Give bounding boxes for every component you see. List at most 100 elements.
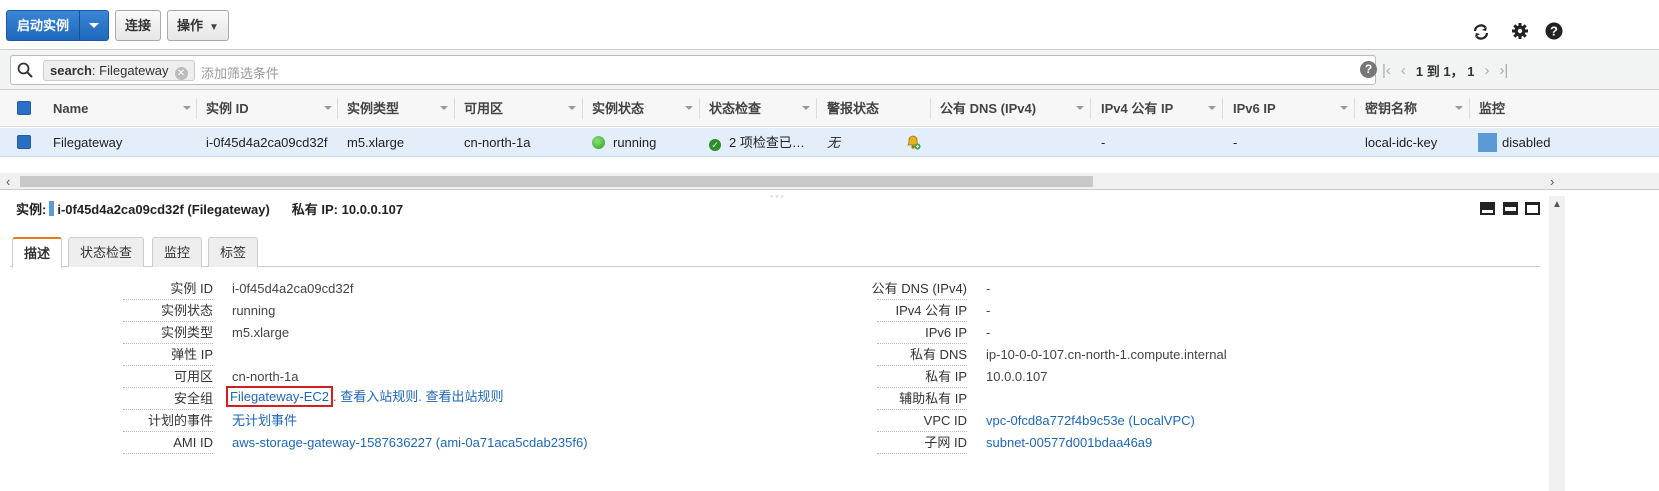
- pagination-text: 1 到 1， 1: [1415, 63, 1475, 79]
- col-instance-type[interactable]: 实例类型: [347, 90, 399, 127]
- row-checkbox[interactable]: [17, 135, 31, 149]
- launch-dropdown-chevron-icon[interactable]: [80, 11, 108, 40]
- private-ip-label: 私有 IP: 10.0.0.107: [291, 202, 404, 217]
- field-value-private-ip: 10.0.0.107: [986, 369, 1048, 384]
- cell-ipv6: -: [1233, 135, 1238, 150]
- chevron-down-icon: ▼: [209, 22, 219, 33]
- layout-maximize-icon[interactable]: [1480, 202, 1495, 215]
- scroll-up-icon[interactable]: ▲: [1552, 199, 1562, 210]
- help-icon[interactable]: ?: [1544, 22, 1564, 42]
- sort-icon[interactable]: [1455, 106, 1463, 110]
- first-page-icon[interactable]: |‹: [1382, 62, 1391, 79]
- col-instance-state[interactable]: 实例状态: [592, 90, 644, 127]
- vertical-scrollbar[interactable]: ▲: [1549, 196, 1565, 491]
- actions-button[interactable]: 操作 ▼: [167, 10, 229, 41]
- field-label: 子网 ID: [857, 434, 967, 454]
- filter-token[interactable]: search: Filegateway ✕: [43, 60, 195, 81]
- horizontal-scrollbar[interactable]: ‹ ›: [0, 173, 1659, 190]
- scheduled-events-link[interactable]: 无计划事件: [232, 412, 297, 430]
- resize-handle[interactable]: ◦◦◦: [770, 191, 786, 201]
- view-outbound-rules-link[interactable]: 查看出站规则: [425, 389, 503, 404]
- instance-title: i-0f45d4a2ca09cd32f (Filegateway): [57, 202, 270, 217]
- field-label: 公有 DNS (IPv4): [857, 280, 967, 300]
- field-label: 计划的事件: [103, 412, 213, 432]
- field-label: IPv6 IP: [857, 324, 967, 344]
- subnet-id-link[interactable]: subnet-00577d001bdaa46a9: [986, 434, 1152, 452]
- col-monitoring[interactable]: 监控: [1479, 90, 1505, 127]
- search-icon: [17, 62, 33, 78]
- filter-token-key: search: [50, 63, 92, 78]
- col-ipv4-public[interactable]: IPv4 公有 IP: [1101, 90, 1173, 127]
- gear-icon[interactable]: [1510, 22, 1530, 42]
- check-icon: ✓: [709, 139, 721, 151]
- field-label: 私有 DNS: [857, 346, 967, 366]
- tab-description[interactable]: 描述: [12, 237, 63, 268]
- table-header: Name 实例 ID 实例类型 可用区 实例状态 状态检查 警报状态 公有 DN…: [0, 90, 1659, 127]
- col-name[interactable]: Name: [53, 90, 88, 127]
- launch-instance-label[interactable]: 启动实例: [7, 11, 81, 40]
- remove-filter-icon[interactable]: ✕: [174, 67, 188, 80]
- cell-instance-state: running: [592, 128, 656, 157]
- field-value-security-group: Filegateway-EC2. 查看入站规则. 查看出站规则: [226, 386, 504, 407]
- monitoring-icon: [1478, 133, 1497, 152]
- sort-icon[interactable]: [685, 106, 693, 110]
- sort-icon[interactable]: [1076, 106, 1084, 110]
- layout-split-icon[interactable]: [1503, 202, 1518, 215]
- sort-icon[interactable]: [802, 106, 810, 110]
- toolbar: 启动实例 连接 操作 ▼ ?: [0, 0, 1659, 50]
- field-label: 安全组: [103, 390, 213, 410]
- cell-status-check[interactable]: ✓ 2 项检查已…: [709, 128, 805, 157]
- field-label: 可用区: [103, 368, 213, 388]
- sort-icon[interactable]: [440, 106, 448, 110]
- launch-instance-button[interactable]: 启动实例: [6, 10, 110, 41]
- field-label: AMI ID: [103, 434, 213, 454]
- scroll-right-icon[interactable]: ›: [1550, 173, 1554, 190]
- tab-status-checks[interactable]: 状态检查: [68, 237, 145, 267]
- sort-icon[interactable]: [1208, 106, 1216, 110]
- col-instance-id[interactable]: 实例 ID: [206, 90, 249, 127]
- ami-id-link[interactable]: aws-storage-gateway-1587636227 (ami-0a71…: [232, 434, 588, 452]
- filter-bar: search: Filegateway ✕ 添加筛选条件 ? |‹ ‹ 1 到 1…: [0, 50, 1659, 90]
- sort-icon[interactable]: [183, 106, 191, 110]
- tab-tags[interactable]: 标签: [208, 237, 259, 267]
- field-value-public-dns: -: [986, 281, 991, 296]
- search-input[interactable]: search: Filegateway ✕ 添加筛选条件 ?: [10, 55, 1377, 85]
- col-alarm-status[interactable]: 警报状态: [827, 90, 879, 127]
- cell-az: cn-north-1a: [464, 135, 531, 150]
- pagination: |‹ ‹ 1 到 1， 1 › ›|: [1382, 50, 1508, 90]
- tab-monitoring[interactable]: 监控: [152, 237, 203, 267]
- view-inbound-rules-link[interactable]: 查看入站规则: [340, 389, 418, 404]
- sort-icon[interactable]: [568, 106, 576, 110]
- field-label: 实例类型: [103, 324, 213, 344]
- field-value-instance-id: i-0f45d4a2ca09cd32f: [232, 281, 354, 296]
- last-page-icon[interactable]: ›|: [1499, 62, 1508, 79]
- security-group-link[interactable]: Filegateway-EC2: [226, 386, 333, 407]
- scroll-left-icon[interactable]: ‹: [6, 173, 10, 190]
- col-status-check[interactable]: 状态检查: [709, 90, 761, 127]
- create-alarm-bell-icon[interactable]: [905, 128, 921, 157]
- sort-icon[interactable]: [324, 106, 332, 110]
- prev-page-icon[interactable]: ‹: [1401, 62, 1406, 79]
- field-label: 辅助私有 IP: [857, 390, 967, 410]
- filter-token-value: : Filegateway: [91, 63, 169, 78]
- col-ipv6[interactable]: IPv6 IP: [1233, 90, 1276, 127]
- layout-minimize-icon[interactable]: [1525, 202, 1540, 215]
- vpc-id-link[interactable]: vpc-0fcd8a772f4b9c53e (LocalVPC): [986, 412, 1195, 430]
- field-value-private-dns: ip-10-0-0-107.cn-north-1.compute.interna…: [986, 347, 1227, 362]
- col-public-dns[interactable]: 公有 DNS (IPv4): [940, 90, 1036, 127]
- table-row[interactable]: Filegateway i-0f45d4a2ca09cd32f m5.xlarg…: [0, 128, 1659, 157]
- col-key-name[interactable]: 密钥名称: [1365, 90, 1417, 127]
- question-icon[interactable]: ?: [1360, 61, 1377, 78]
- col-az[interactable]: 可用区: [464, 90, 503, 127]
- scrollbar-thumb[interactable]: [20, 176, 1093, 187]
- cell-alarm-status: 无: [827, 135, 841, 150]
- connect-button[interactable]: 连接: [115, 10, 162, 41]
- svg-text:?: ?: [1550, 24, 1558, 39]
- cell-key-name: local-idc-key: [1365, 135, 1438, 150]
- detail-header: 实例: i-0f45d4a2ca09cd32f (Filegateway) 私有 I…: [16, 200, 403, 220]
- next-page-icon[interactable]: ›: [1484, 62, 1489, 79]
- select-all-checkbox[interactable]: [17, 101, 31, 115]
- field-label: 弹性 IP: [103, 346, 213, 366]
- refresh-icon[interactable]: [1471, 22, 1491, 42]
- sort-icon[interactable]: [1340, 106, 1348, 110]
